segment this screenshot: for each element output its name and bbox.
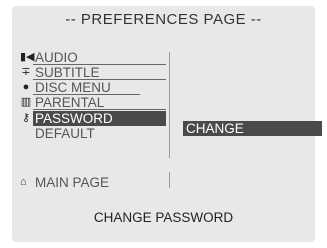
subtitle-icon: ∓	[21, 66, 31, 78]
column-divider	[169, 52, 170, 158]
menu-item-label: AUDIO	[35, 50, 78, 65]
menu-item-label: DEFAULT	[35, 126, 95, 141]
home-icon: ⌂	[20, 176, 27, 188]
menu-item-label: PASSWORD	[35, 111, 113, 126]
dvd-preferences-screen: -- PREFERENCES PAGE -- ▮◀ AUDIO ∓ SUBTIT…	[0, 0, 327, 248]
disc-icon: ●	[22, 81, 30, 93]
change-option[interactable]: CHANGE	[183, 121, 322, 136]
menu-item-label: PARENTAL	[35, 95, 105, 110]
status-text: CHANGE PASSWORD	[93, 210, 234, 225]
key-icon: ⚷	[21, 112, 31, 124]
menu-item-label: SUBTITLE	[35, 65, 100, 80]
main-page-label: MAIN PAGE	[35, 175, 110, 190]
speaker-icon: ▮◀	[20, 51, 35, 63]
lock-icon: ▥	[20, 96, 32, 108]
page-title: -- PREFERENCES PAGE --	[65, 11, 262, 28]
menu-item-label: DISC MENU	[35, 80, 111, 95]
column-divider	[169, 172, 170, 188]
